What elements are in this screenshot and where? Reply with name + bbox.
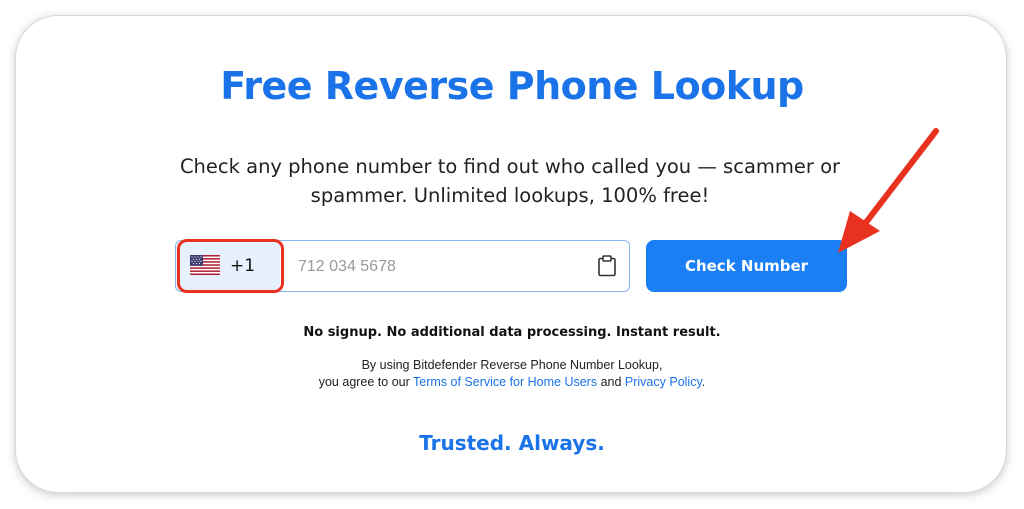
legal-line-1: By using Bitdefender Reverse Phone Numbe… <box>361 358 663 372</box>
subtitle-line-1: Check any phone number to find out who c… <box>179 155 841 178</box>
terms-of-service-link[interactable]: Terms of Service for Home Users <box>413 375 597 389</box>
legal-prefix: you agree to our <box>318 375 414 389</box>
legal-conjunction: and <box>597 375 625 389</box>
privacy-policy-link[interactable]: Privacy Policy <box>625 375 702 389</box>
subtitle-line-2: spammer. Unlimited lookups, 100% free! <box>310 184 710 207</box>
country-code-highlight <box>177 239 284 293</box>
red-arrow-annotation <box>838 128 939 253</box>
clipboard-icon[interactable] <box>597 255 617 277</box>
page-title: Free Reverse Phone Lookup <box>220 64 804 108</box>
phone-number-input[interactable] <box>296 253 580 281</box>
legal-suffix: . <box>701 375 706 389</box>
no-signup-note: No signup. No additional data processing… <box>303 325 721 340</box>
check-number-button[interactable]: Check Number <box>646 240 847 292</box>
tagline: Trusted. Always. <box>419 431 605 455</box>
page-subtitle: Check any phone number to find out who c… <box>160 152 860 210</box>
legal-notice: By using Bitdefender Reverse Phone Numbe… <box>0 357 1024 391</box>
